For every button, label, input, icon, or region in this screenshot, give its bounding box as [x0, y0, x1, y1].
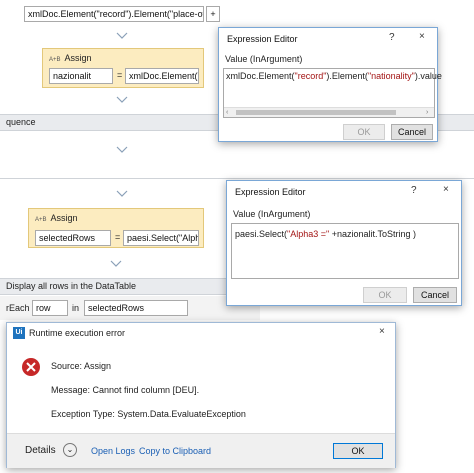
copy-to-clipboard-link[interactable]: Copy to Clipboard — [139, 446, 211, 456]
assign-title-label: Assign — [50, 213, 78, 223]
ok-button[interactable]: OK — [363, 287, 407, 303]
expression-text: xmlDoc.Element("record").Element("nation… — [226, 71, 442, 81]
expression-editor-dialog-2: Expression Editor ? × Value (InArgument)… — [226, 180, 462, 306]
scroll-left-icon[interactable]: ‹ — [226, 109, 228, 116]
assign-icon: A+B — [35, 217, 47, 223]
chevron-down-icon — [110, 260, 122, 267]
equals-sign: = — [117, 70, 123, 80]
foreach-item-field[interactable]: row — [32, 300, 68, 316]
help-icon[interactable]: ? — [389, 32, 395, 43]
open-logs-link[interactable]: Open Logs — [91, 446, 135, 456]
close-icon[interactable]: × — [379, 326, 385, 337]
assign-activity-2[interactable]: A+B Assign selectedRows = paesi.Select("A… — [28, 208, 204, 248]
expression-editor-dialog-1: Expression Editor ? × Value (InArgument)… — [218, 27, 442, 142]
error-message: Message: Cannot find column [DEU]. — [51, 385, 200, 395]
ok-button[interactable]: OK — [333, 443, 383, 459]
divider — [0, 178, 474, 179]
expr-part: ).Element( — [326, 71, 368, 81]
dialog-title: Expression Editor — [235, 187, 306, 197]
assign-activity-title: A+B Assign — [35, 213, 78, 223]
dialog-title: Runtime execution error — [29, 328, 126, 338]
expr-part: paesi.Select( — [235, 229, 288, 239]
assign-activity-1[interactable]: A+B Assign nazionalit = xmlDoc.Element("r — [42, 48, 204, 88]
assign-value-field[interactable]: xmlDoc.Element("r — [125, 68, 199, 84]
help-icon[interactable]: ? — [411, 185, 417, 196]
cancel-button[interactable]: Cancel — [391, 124, 433, 140]
ok-button[interactable]: OK — [343, 124, 385, 140]
argument-label: Value (InArgument) — [225, 54, 303, 64]
place-of-birth-field[interactable]: xmlDoc.Element("record").Element("place-… — [24, 6, 204, 22]
add-expression-button[interactable]: + — [206, 6, 220, 22]
runtime-error-dialog: Ui Runtime execution error × Source: Ass… — [6, 322, 396, 468]
scrollbar-thumb[interactable] — [236, 110, 396, 115]
expr-string: "nationality" — [367, 71, 415, 81]
assign-to-field[interactable]: nazionalit — [49, 68, 113, 84]
expr-part: +nazionalit.ToString ) — [329, 229, 416, 239]
dialog-title: Expression Editor — [227, 34, 298, 44]
chevron-down-icon — [116, 146, 128, 153]
expr-string: "record" — [294, 71, 327, 81]
error-exception-type: Exception Type: System.Data.EvaluateExce… — [51, 409, 246, 419]
chevron-down-icon — [116, 190, 128, 197]
expression-text: paesi.Select("Alpha3 =" +nazionalit.ToSt… — [235, 229, 416, 239]
foreach-label: rEach — [6, 303, 30, 313]
chevron-down-icon — [116, 96, 128, 103]
foreach-collection-field[interactable]: selectedRows — [84, 300, 188, 316]
expression-textbox[interactable]: paesi.Select("Alpha3 =" +nazionalit.ToSt… — [231, 223, 459, 279]
chevron-down-icon — [116, 32, 128, 39]
error-icon — [22, 358, 40, 376]
expression-textbox[interactable]: xmlDoc.Element("record").Element("nation… — [223, 68, 442, 118]
expr-part: xmlDoc.Element( — [226, 71, 295, 81]
close-icon[interactable]: × — [443, 184, 449, 195]
expr-part: ).value — [414, 71, 442, 81]
datatable-label: Display all rows in the DataTable — [6, 281, 137, 291]
uipath-logo-icon: Ui — [13, 327, 25, 339]
dialog-footer: Details ⌄ Open Logs Copy to Clipboard OK — [7, 433, 395, 468]
assign-title-label: Assign — [64, 53, 92, 63]
datatable-bar[interactable]: Display all rows in the DataTable — [0, 278, 260, 295]
scroll-right-icon[interactable]: › — [426, 109, 428, 116]
error-source: Source: Assign — [51, 361, 112, 371]
horizontal-scrollbar[interactable]: ‹ › — [224, 107, 434, 117]
sequence-label: quence — [6, 117, 36, 127]
details-label[interactable]: Details — [25, 445, 56, 456]
assign-value-field[interactable]: paesi.Select("Alpha — [123, 230, 199, 246]
assign-activity-title: A+B Assign — [49, 53, 92, 63]
expr-string: "Alpha3 =" — [287, 229, 330, 239]
equals-sign: = — [115, 232, 121, 242]
cancel-button[interactable]: Cancel — [413, 287, 457, 303]
chevron-down-icon[interactable]: ⌄ — [63, 443, 77, 457]
close-icon[interactable]: × — [419, 31, 425, 42]
assign-icon: A+B — [49, 57, 61, 63]
argument-label: Value (InArgument) — [233, 209, 311, 219]
foreach-in-label: in — [72, 303, 80, 313]
assign-to-field[interactable]: selectedRows — [35, 230, 111, 246]
